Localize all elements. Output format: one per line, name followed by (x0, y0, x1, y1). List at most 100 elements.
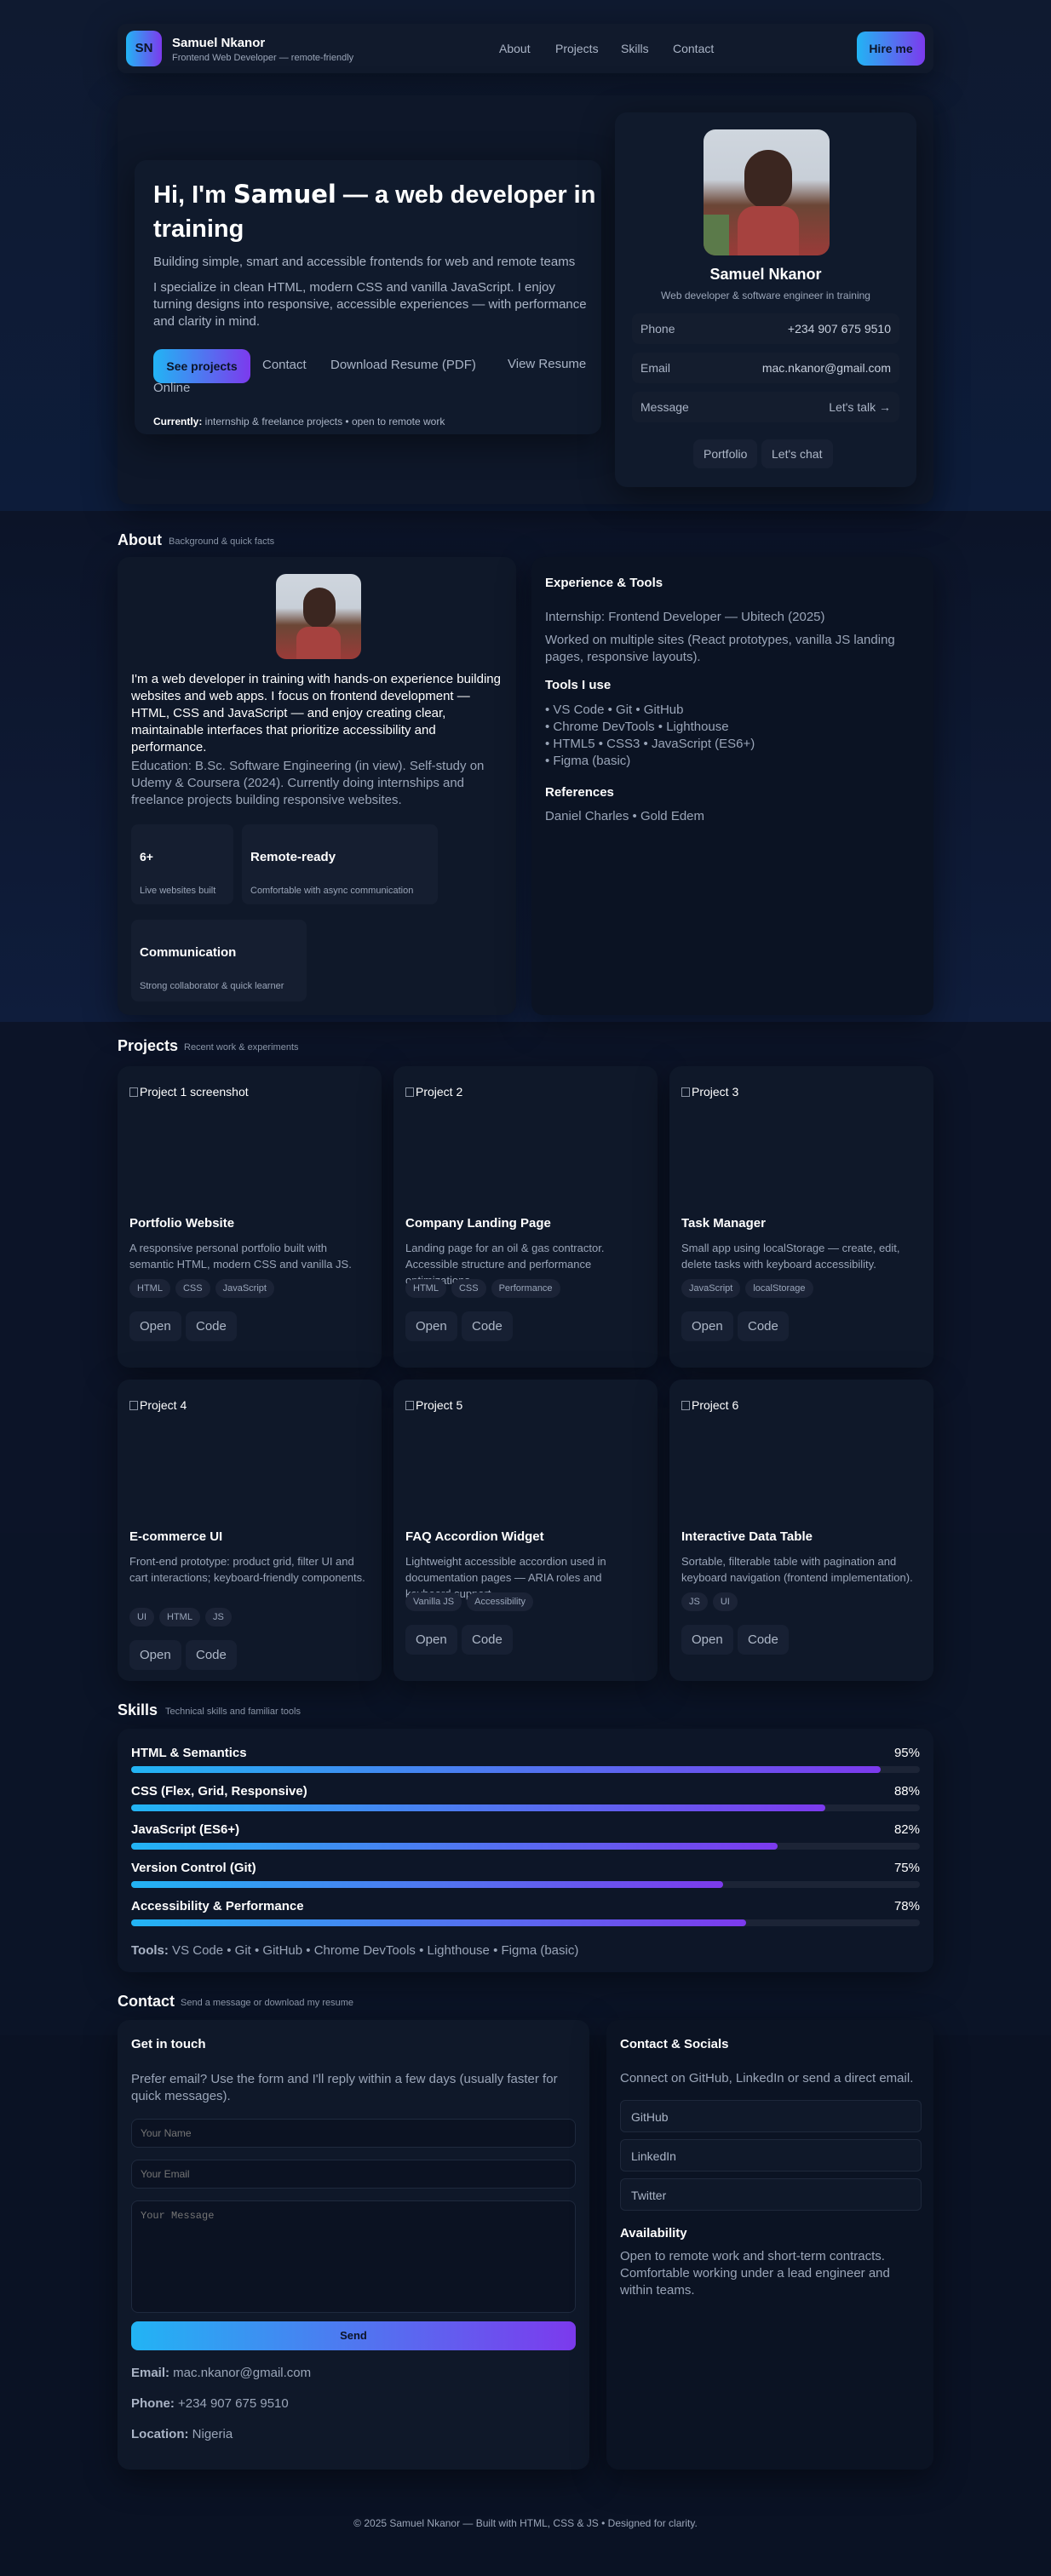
form-title: Get in touch (131, 2037, 206, 2051)
project-tags: JS UI (681, 1592, 743, 1611)
tag-pill: Accessibility (467, 1592, 534, 1611)
skill-bar-fill (131, 1919, 747, 1926)
github-link[interactable]: GitHub (620, 2100, 922, 2132)
project-card: Project 1 screenshot Portfolio Website A r… (118, 1066, 382, 1368)
lets-chat-button[interactable]: Let's chat (761, 439, 833, 468)
brand-logo[interactable]: SN (126, 31, 162, 66)
hire-me-button[interactable]: Hire me (857, 32, 925, 66)
broken-image-icon (405, 1087, 414, 1097)
broken-image-icon (405, 1401, 414, 1410)
nav-contact[interactable]: Contact (673, 42, 714, 55)
project-code-button[interactable]: Code (186, 1640, 237, 1670)
skill-percent: 75% (893, 1861, 920, 1875)
availability-text: Open to remote work and short-term contr… (620, 2249, 890, 2298)
skill-name: HTML & Semantics (131, 1746, 247, 1760)
nav-about[interactable]: About (499, 42, 531, 55)
fact-desc: Live websites built (140, 886, 216, 896)
project-code-button[interactable]: Code (738, 1625, 789, 1655)
fact-card: 6+ Live websites built (131, 824, 233, 904)
hero-heading: Hi, I'm Samuel — a web developer in trai… (153, 180, 596, 243)
project-image: Project 1 screenshot (129, 1085, 249, 1099)
skill-name: JavaScript (ES6+) (131, 1822, 240, 1837)
project-open-button[interactable]: Open (405, 1625, 457, 1655)
contact-phone: Phone: +234 907 675 9510 (131, 2396, 289, 2411)
skills-subtitle: Technical skills and familiar tools (165, 1707, 301, 1717)
email-value[interactable]: mac.nkanor@gmail.com (762, 361, 891, 375)
project-open-button[interactable]: Open (681, 1625, 733, 1655)
broken-image-icon (129, 1401, 138, 1410)
contact-title: Contact (118, 1993, 175, 2010)
project-open-button[interactable]: Open (129, 1640, 181, 1670)
fact-desc: Strong collaborator & quick learner (140, 981, 284, 991)
project-open-button[interactable]: Open (681, 1311, 733, 1341)
twitter-link[interactable]: Twitter (620, 2178, 922, 2211)
skill-name: CSS (Flex, Grid, Responsive) (131, 1784, 307, 1799)
hero-card: Hi, I'm Samuel — a web developer in trai… (135, 160, 601, 434)
project-title: E-commerce UI (129, 1529, 223, 1544)
project-image: Project 4 (129, 1398, 187, 1412)
footer-text: © 2025 Samuel Nkanor — Built with HTML, … (353, 2517, 698, 2529)
view-resume-button[interactable]: View Resume Online (153, 353, 596, 400)
availability-title: Availability (620, 2226, 687, 2240)
phone-label: Phone (640, 322, 675, 336)
experience-line: Worked on multiple sites (React prototyp… (545, 633, 895, 664)
project-open-button[interactable]: Open (405, 1311, 457, 1341)
profile-name: Samuel Nkanor (709, 266, 822, 283)
socials-card (606, 2020, 933, 2470)
tag-pill: CSS (175, 1279, 210, 1298)
socials-title: Contact & Socials (620, 2037, 729, 2051)
form-intro: Prefer email? Use the form and I'll repl… (131, 2072, 558, 2103)
projects-subtitle: Recent work & experiments (184, 1042, 299, 1053)
portfolio-button[interactable]: Portfolio (693, 439, 758, 468)
tag-pill: localStorage (745, 1279, 813, 1298)
profile-message-row[interactable]: Message Let's talk → (632, 392, 899, 422)
phone-value[interactable]: +234 907 675 9510 (788, 322, 891, 336)
project-code-button[interactable]: Code (462, 1311, 513, 1341)
name-input[interactable] (131, 2119, 576, 2148)
project-tags: HTML CSS JavaScript (129, 1279, 279, 1298)
project-image: Project 3 (681, 1085, 738, 1099)
project-code-button[interactable]: Code (186, 1311, 237, 1341)
experience-title: Experience & Tools (545, 576, 663, 590)
message-link[interactable]: Let's talk → (829, 400, 891, 414)
project-tags: HTML CSS Performance (405, 1279, 566, 1298)
email-input[interactable] (131, 2160, 576, 2189)
project-image: Project 5 (405, 1398, 462, 1412)
project-desc: Front-end prototype: product grid, filte… (129, 1555, 365, 1584)
skill-percent: 95% (893, 1746, 920, 1760)
profile-phone-row[interactable]: Phone +234 907 675 9510 (632, 313, 899, 344)
tag-pill: HTML (129, 1279, 170, 1298)
skill-bar-fill (131, 1804, 825, 1811)
linkedin-link[interactable]: LinkedIn (620, 2139, 922, 2172)
send-button[interactable]: Send (131, 2321, 576, 2350)
nav-skills[interactable]: Skills (621, 42, 649, 55)
experience-card: Experience & Tools Internship: Frontend … (531, 557, 933, 1015)
nav-projects[interactable]: Projects (555, 42, 599, 55)
skills-tools: Tools: VS Code • Git • GitHub • Chrome D… (131, 1943, 579, 1958)
project-title: Company Landing Page (405, 1216, 551, 1231)
fact-title: 6+ (140, 850, 153, 863)
project-title: Task Manager (681, 1216, 766, 1231)
about-education: Education: B.Sc. Software Engineering (i… (131, 759, 485, 807)
list-item: • HTML5 • CSS3 • JavaScript (ES6+) (545, 737, 755, 751)
project-code-button[interactable]: Code (462, 1625, 513, 1655)
list-item: • Figma (basic) (545, 754, 631, 768)
profile-photo (704, 129, 830, 255)
project-card: Project 4 E-commerce UI Front-end prototyp… (118, 1380, 382, 1681)
message-label: Message (640, 400, 689, 414)
skills-title: Skills (118, 1701, 158, 1718)
skill-percent: 78% (893, 1899, 920, 1913)
profile-email-row[interactable]: Email mac.nkanor@gmail.com (632, 353, 899, 383)
contact-email: Email: mac.nkanor@gmail.com (131, 2366, 312, 2380)
project-tags: Vanilla JS Accessibility (405, 1592, 538, 1611)
about-card: I'm a web developer in training with han… (118, 557, 516, 1015)
contact-subtitle: Send a message or download my resume (181, 1998, 353, 2008)
project-code-button[interactable]: Code (738, 1311, 789, 1341)
tag-pill: Performance (491, 1279, 560, 1298)
message-textarea[interactable] (131, 2200, 576, 2313)
project-open-button[interactable]: Open (129, 1311, 181, 1341)
broken-image-icon (129, 1087, 138, 1097)
fact-title: Remote-ready (250, 850, 336, 864)
tag-pill: CSS (451, 1279, 486, 1298)
project-card: Project 6 Interactive Data Table Sortable,… (669, 1380, 933, 1681)
